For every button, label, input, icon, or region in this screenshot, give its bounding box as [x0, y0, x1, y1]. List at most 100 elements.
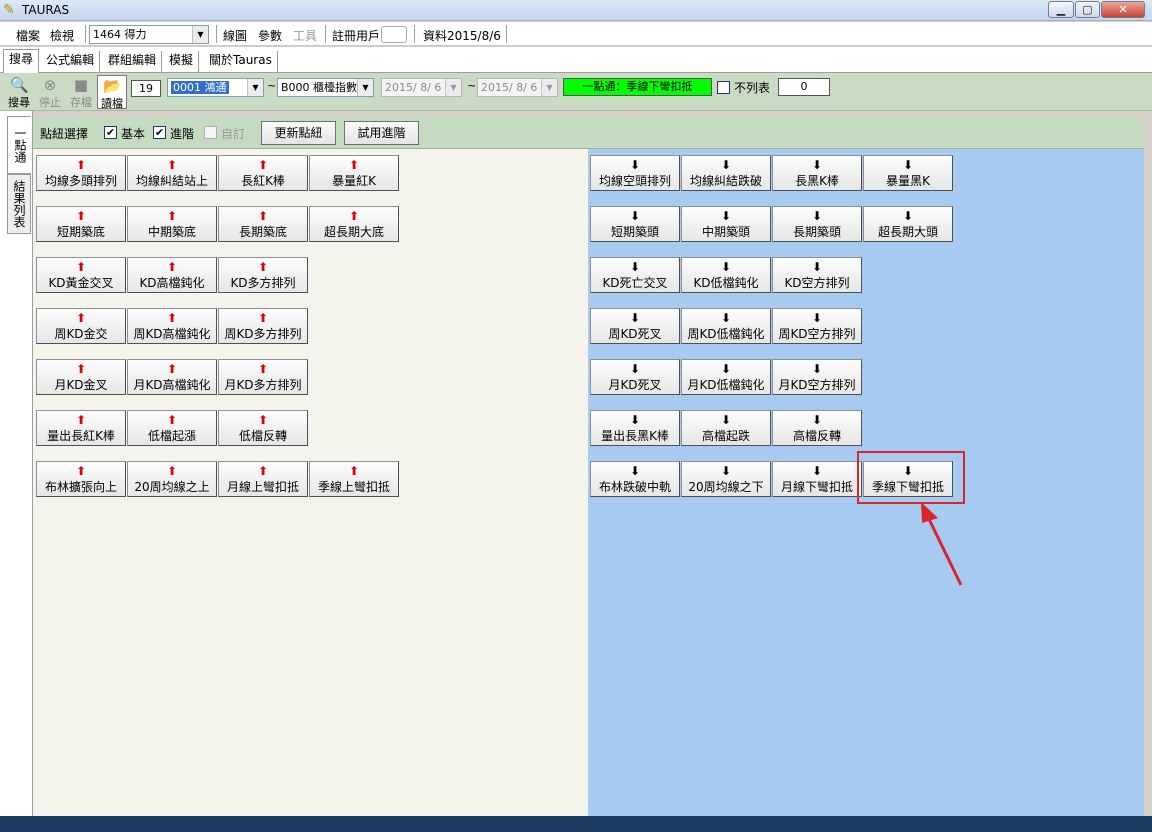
bullish-signal-button[interactable]: ⬆ 周KD高檔鈍化 — [127, 308, 217, 344]
signal-button-label: 高檔反轉 — [792, 429, 841, 443]
bearish-signal-button[interactable]: ⬇ 中期築頭 — [681, 206, 771, 242]
bearish-signal-button[interactable]: ⬇ 周KD空方排列 — [772, 308, 862, 344]
bullish-signal-button[interactable]: ⬆ 周KD多方排列 — [218, 308, 308, 344]
save-button[interactable]: ■ 存檔 — [66, 75, 96, 109]
tab-simulate[interactable]: 模擬 — [164, 51, 200, 72]
bearish-signal-button[interactable]: ⬇ 20周均線之下 — [681, 461, 771, 497]
bearish-signal-button[interactable]: ⬇ 超長期大頭 — [863, 206, 953, 242]
maximize-button[interactable]: ▢ — [1075, 1, 1100, 18]
bullish-signal-button[interactable]: ⬆ 均線多頭排列 — [36, 155, 126, 191]
bullish-signal-button[interactable]: ⬆ KD黃金交叉 — [36, 257, 126, 293]
bearish-signal-button[interactable]: ⬇ 長黑K棒 — [772, 155, 862, 191]
arrow-up-icon: ⬆ — [257, 311, 269, 325]
chevron-down-icon[interactable]: ▼ — [445, 79, 461, 96]
arrow-up-icon: ⬆ — [348, 209, 360, 223]
update-buttons-button[interactable]: 更新點紐 — [261, 121, 336, 145]
search-button[interactable]: 🔍 搜尋 — [4, 75, 34, 109]
bearish-signal-button[interactable]: ⬇ 周KD低檔鈍化 — [681, 308, 771, 344]
chevron-down-icon[interactable]: ▼ — [247, 79, 263, 96]
bearish-signal-button[interactable]: ⬇ 長期築頭 — [772, 206, 862, 242]
load-button[interactable]: 📂 讀檔 — [97, 75, 127, 110]
arrow-up-icon: ⬆ — [166, 464, 178, 478]
custom-checkbox[interactable] — [204, 126, 217, 139]
bullish-signal-button[interactable]: ⬆ 暴量紅K — [309, 155, 399, 191]
arrow-down-icon: ⬇ — [811, 311, 823, 325]
menu-tools[interactable]: 工具 — [293, 27, 317, 44]
basic-checkbox[interactable]: ✔ — [104, 126, 117, 139]
advanced-checkbox[interactable]: ✔ — [153, 126, 166, 139]
bullish-signal-button[interactable]: ⬆ 周KD金交 — [36, 308, 126, 344]
bullish-signal-button[interactable]: ⬆ 超長期大底 — [309, 206, 399, 242]
signal-button-label: 周KD金交 — [54, 327, 108, 341]
date-to-picker[interactable]: 2015/ 8/ 6 ▼ — [477, 78, 558, 97]
tab-search[interactable]: 搜尋 — [3, 49, 40, 73]
bullish-signal-button[interactable]: ⬆ 20周均線之上 — [127, 461, 217, 497]
arrow-down-icon: ⬇ — [902, 209, 914, 223]
bearish-signal-button[interactable]: ⬇ 暴量黑K — [863, 155, 953, 191]
bullish-signal-button[interactable]: ⬆ 量出長紅K棒 — [36, 410, 126, 446]
signal-button-label: 暴量紅K — [332, 174, 376, 188]
bullish-signal-button[interactable]: ⬆ KD多方排列 — [218, 257, 308, 293]
arrow-down-icon: ⬇ — [811, 413, 823, 427]
close-button[interactable]: ✕ — [1101, 1, 1145, 18]
tab-about[interactable]: 關於Tauras — [204, 51, 278, 72]
chevron-down-icon[interactable]: ▼ — [357, 79, 373, 96]
stop-button[interactable]: ⊗ 停止 — [35, 75, 65, 109]
stop-button-label: 停止 — [39, 96, 61, 109]
bullish-signal-button[interactable]: ⬆ 中期築底 — [127, 206, 217, 242]
bearish-signal-button[interactable]: ⬇ 周KD死叉 — [590, 308, 680, 344]
bearish-signal-button[interactable]: ⬇ 量出長黑K棒 — [590, 410, 680, 446]
bullish-signal-button[interactable]: ⬆ 月KD多方排列 — [218, 359, 308, 395]
menu-chart[interactable]: 線圖 — [223, 27, 247, 44]
bearish-signal-button[interactable]: ⬇ 布林跌破中軌 — [590, 461, 680, 497]
tab-formula-edit[interactable]: 公式編輯 — [41, 51, 101, 72]
signal-button-label: 月KD低檔鈍化 — [687, 378, 765, 392]
bullish-signal-button[interactable]: ⬆ 布林擴張向上 — [36, 461, 126, 497]
menu-file[interactable]: 檔案 — [16, 27, 40, 44]
bearish-signal-button[interactable]: ⬇ 月KD死叉 — [590, 359, 680, 395]
bullish-signal-button[interactable]: ⬆ 月KD金叉 — [36, 359, 126, 395]
arrow-down-icon: ⬇ — [811, 209, 823, 223]
arrow-up-icon: ⬆ — [257, 158, 269, 172]
bearish-signal-button[interactable]: ⬇ 高檔反轉 — [772, 410, 862, 446]
minimize-button[interactable]: ▁ — [1048, 1, 1074, 18]
bullish-signal-button[interactable]: ⬆ 短期築底 — [36, 206, 126, 242]
stock-selector[interactable]: 0001 鴻通 ▼ — [167, 78, 264, 97]
bullish-signal-button[interactable]: ⬆ 長紅K棒 — [218, 155, 308, 191]
chevron-down-icon[interactable]: ▼ — [192, 26, 208, 43]
menu-view[interactable]: 檢視 — [50, 27, 74, 44]
stock-combo[interactable]: 1464 得力 ▼ — [89, 25, 209, 44]
signal-button-label: 月KD金叉 — [54, 378, 108, 392]
bullish-signal-button[interactable]: ⬆ 低檔反轉 — [218, 410, 308, 446]
try-advanced-button[interactable]: 試用進階 — [344, 121, 419, 145]
bullish-signal-button[interactable]: ⬆ 季線上彎扣抵 — [309, 461, 399, 497]
bearish-signal-button[interactable]: ⬇ 月線下彎扣抵 — [772, 461, 862, 497]
bullish-signal-button[interactable]: ⬆ 均線糾結站上 — [127, 155, 217, 191]
bearish-signal-button[interactable]: ⬇ 月KD空方排列 — [772, 359, 862, 395]
bearish-signal-button[interactable]: ⬇ 高檔起跌 — [681, 410, 771, 446]
index-selector[interactable]: B000 櫃檯指數 ▼ — [277, 78, 374, 97]
bearish-signal-button[interactable]: ⬇ 均線糾結跌破 — [681, 155, 771, 191]
signal-button-label: 月KD多方排列 — [224, 378, 302, 392]
bullish-signal-button[interactable]: ⬆ 月線上彎扣抵 — [218, 461, 308, 497]
bearish-signal-button[interactable]: ⬇ 均線空頭排列 — [590, 155, 680, 191]
tab-result-list[interactable]: 結果列表 — [7, 174, 31, 234]
bullish-signal-button[interactable]: ⬆ 月KD高檔鈍化 — [127, 359, 217, 395]
chevron-down-icon[interactable]: ▼ — [541, 79, 557, 96]
save-button-label: 存檔 — [70, 96, 92, 109]
bearish-signal-button[interactable]: ⬇ KD空方排列 — [772, 257, 862, 293]
bullish-signal-button[interactable]: ⬆ 長期築底 — [218, 206, 308, 242]
date-from-picker[interactable]: 2015/ 8/ 6 ▼ — [381, 78, 462, 97]
menu-registered-user[interactable]: 註冊用戶 — [332, 27, 380, 44]
bearish-signal-button[interactable]: ⬇ 短期築頭 — [590, 206, 680, 242]
no-list-checkbox[interactable] — [717, 81, 730, 94]
menu-params[interactable]: 參數 — [258, 27, 282, 44]
bearish-signal-button[interactable]: ⬇ KD死亡交叉 — [590, 257, 680, 293]
bullish-signal-button[interactable]: ⬆ 低檔起漲 — [127, 410, 217, 446]
bullish-signal-button[interactable]: ⬆ KD高檔鈍化 — [127, 257, 217, 293]
arrow-down-icon: ⬇ — [629, 464, 641, 478]
bearish-signal-button[interactable]: ⬇ 月KD低檔鈍化 — [681, 359, 771, 395]
bearish-signal-button[interactable]: ⬇ KD低檔鈍化 — [681, 257, 771, 293]
tab-group-edit[interactable]: 群組編輯 — [103, 51, 163, 72]
tab-one-click[interactable]: 一點通 — [7, 116, 31, 174]
